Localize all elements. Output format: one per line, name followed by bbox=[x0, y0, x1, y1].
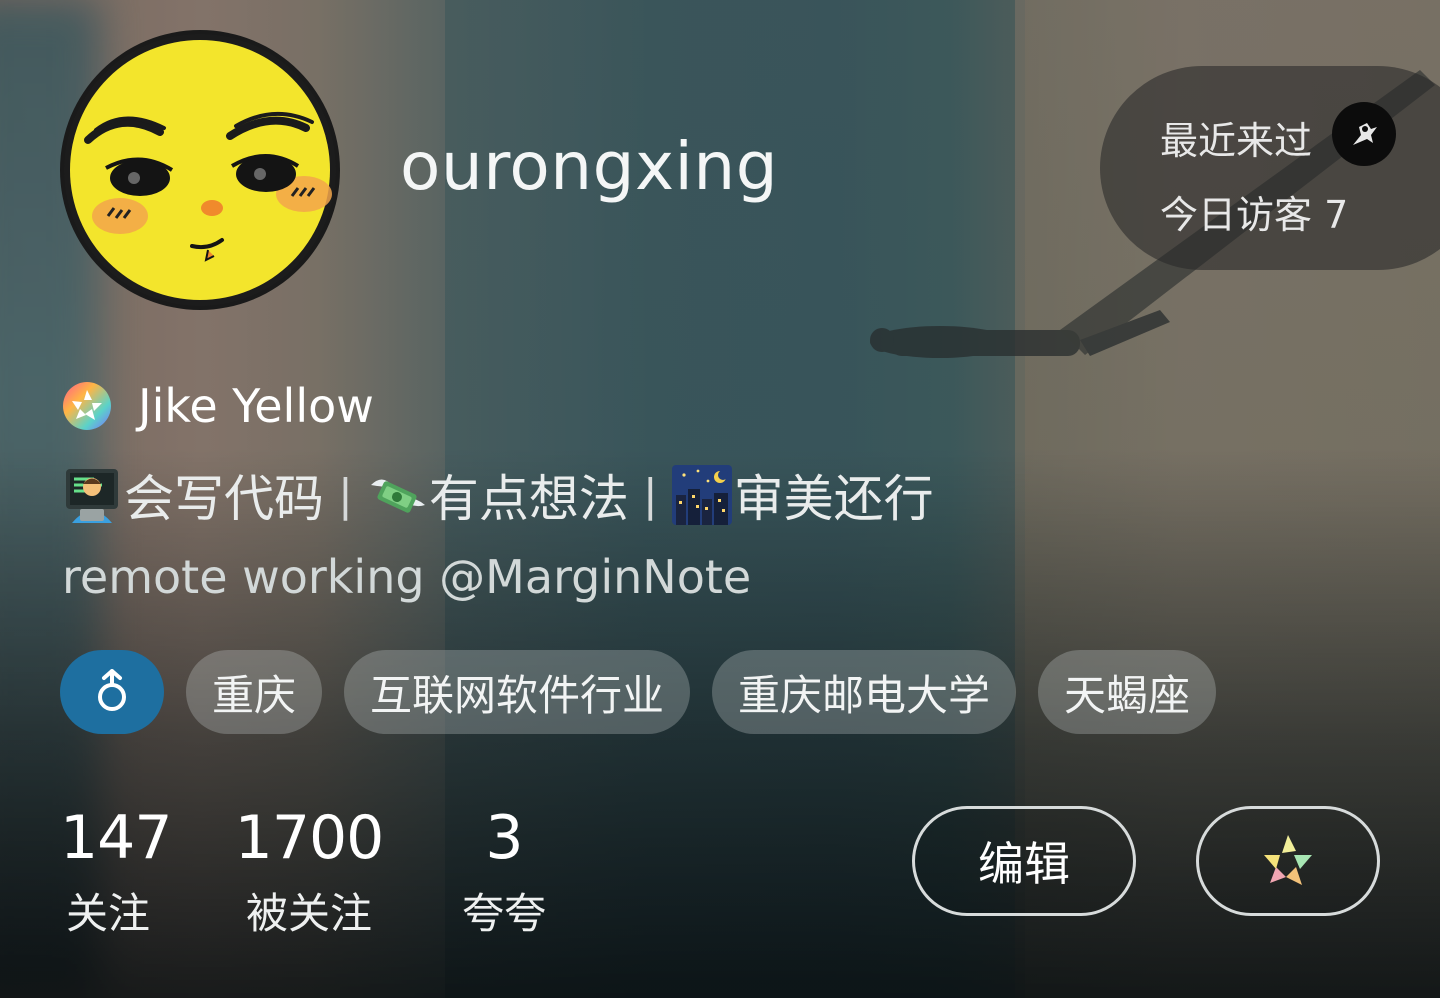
bio-segment-text: 会写代码 bbox=[124, 470, 324, 528]
followers-label: 被关注 bbox=[245, 889, 372, 938]
user-avatar[interactable] bbox=[60, 30, 340, 310]
following-label: 关注 bbox=[65, 889, 150, 938]
bio-separator: | bbox=[338, 469, 353, 521]
praises-label: 夸夸 bbox=[461, 889, 546, 938]
bio-segment-text: 审美还行 bbox=[733, 470, 934, 528]
stat-following[interactable]: 147 关注 bbox=[60, 803, 173, 941]
bio-separator: | bbox=[642, 469, 658, 521]
tag-industry[interactable]: 互联网软件行业 bbox=[344, 650, 691, 734]
jike-yellow-badge[interactable]: Jike Yellow bbox=[62, 376, 374, 436]
tag-school[interactable]: 重庆邮电大学 bbox=[712, 650, 1017, 734]
today-visitors-count: 今日访客 7 bbox=[1160, 193, 1349, 237]
username: ourongxing bbox=[400, 128, 779, 205]
edit-profile-button[interactable]: 编辑 bbox=[912, 806, 1136, 916]
bio-segment-text: 有点想法 bbox=[428, 470, 629, 528]
tag-zodiac[interactable]: 天蝎座 bbox=[1038, 650, 1217, 734]
yellow-face-avatar-icon bbox=[64, 34, 336, 306]
jike-logo-icon bbox=[1264, 835, 1312, 885]
money-with-wings-emoji-icon bbox=[370, 479, 425, 513]
tag-gender-male[interactable] bbox=[60, 650, 164, 734]
recent-visitors-card[interactable]: 最近来过 今日访客 7 bbox=[1100, 66, 1440, 270]
technologist-emoji-icon bbox=[66, 469, 118, 523]
bio-line-1: 会写代码 | 有点想法 | 审美还行 bbox=[62, 460, 934, 530]
followers-count: 1700 bbox=[234, 803, 385, 873]
profile-tags: 重庆 互联网软件行业 重庆邮电大学 天蝎座 bbox=[60, 650, 1217, 734]
following-count: 147 bbox=[60, 803, 173, 873]
tag-location[interactable]: 重庆 bbox=[186, 650, 323, 734]
praises-count: 3 bbox=[485, 803, 523, 873]
bio-line-2: remote working @MarginNote bbox=[62, 550, 752, 604]
badge-label: Jike Yellow bbox=[138, 379, 374, 433]
male-gender-icon bbox=[98, 669, 126, 711]
stat-praises[interactable]: 3 夸夸 bbox=[454, 808, 554, 941]
stat-followers[interactable]: 1700 被关注 bbox=[234, 803, 385, 941]
recent-visitor-avatar[interactable] bbox=[1332, 102, 1396, 166]
astronaut-icon bbox=[1353, 123, 1377, 145]
jike-badge-button[interactable] bbox=[1196, 806, 1380, 916]
jike-colorful-badge-icon bbox=[63, 382, 111, 430]
night-city-emoji-icon bbox=[671, 465, 732, 525]
recent-visitors-label: 最近来过 bbox=[1160, 119, 1313, 163]
